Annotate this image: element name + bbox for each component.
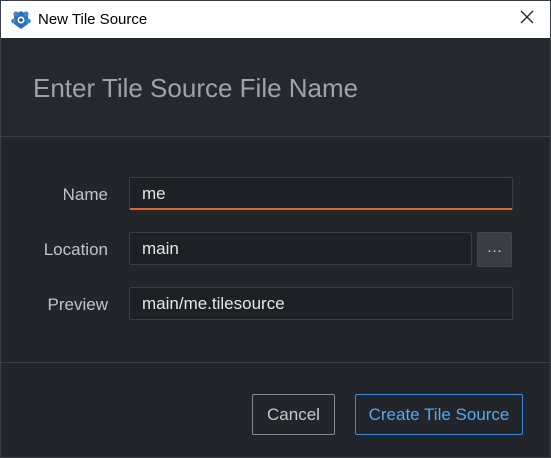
footer-divider xyxy=(1,362,550,363)
location-input[interactable]: main xyxy=(129,232,472,265)
name-label: Name xyxy=(62,185,108,204)
close-button[interactable] xyxy=(504,1,550,38)
header-divider xyxy=(1,136,550,137)
cancel-button[interactable]: Cancel xyxy=(252,394,335,435)
location-input-value: main xyxy=(142,239,179,258)
preview-field: main/me.tilesource xyxy=(129,287,513,320)
dialog-window: New Tile Source Enter Tile Source File N… xyxy=(0,0,551,458)
name-input[interactable]: me xyxy=(129,177,513,210)
dialog-header: Enter Tile Source File Name xyxy=(1,38,550,136)
dialog-heading: Enter Tile Source File Name xyxy=(33,73,359,103)
preview-field-value: main/me.tilesource xyxy=(142,294,285,313)
close-icon xyxy=(520,10,534,29)
browse-button[interactable]: … xyxy=(477,232,512,267)
preview-label: Preview xyxy=(47,295,108,314)
title-bar: New Tile Source xyxy=(1,1,550,38)
app-icon xyxy=(11,10,31,30)
window-title: New Tile Source xyxy=(38,11,148,28)
name-input-value: me xyxy=(142,184,166,203)
location-label: Location xyxy=(43,240,108,259)
create-tile-source-button[interactable]: Create Tile Source xyxy=(355,394,523,435)
